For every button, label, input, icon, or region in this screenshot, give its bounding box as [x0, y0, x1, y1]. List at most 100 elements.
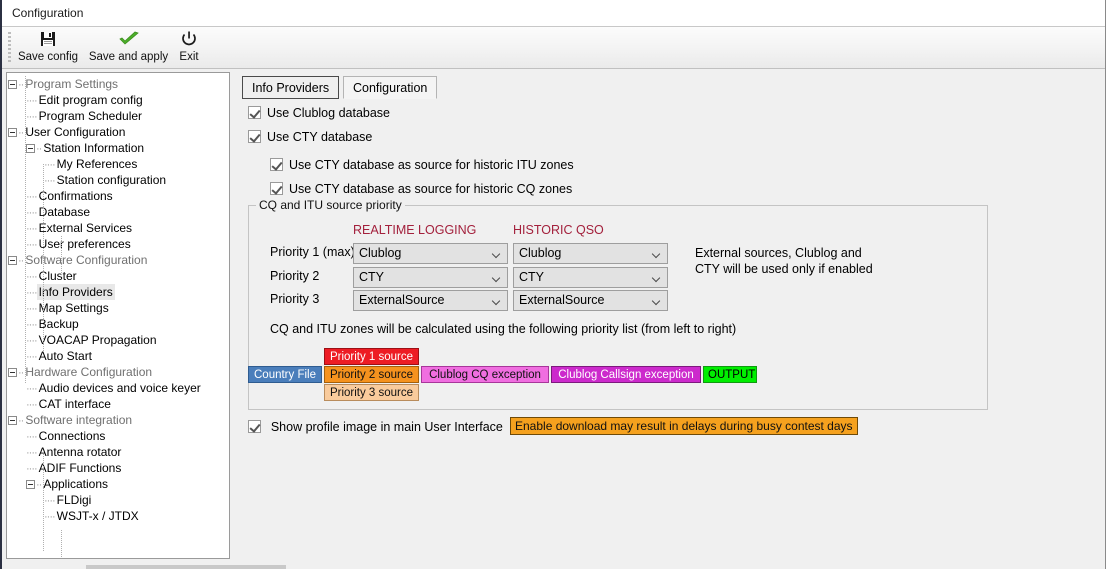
- tab-configuration-label: Configuration: [353, 81, 428, 95]
- column-header-historic: HISTORIC QSO: [513, 223, 604, 237]
- sidebar-item-connections[interactable]: ···· Connections: [7, 428, 229, 444]
- badge-priority-1-source: Priority 1 source: [324, 348, 419, 365]
- combo-value: Clublog: [359, 246, 402, 260]
- green-check-icon: [86, 30, 171, 50]
- combo-realtime-priority-2[interactable]: CTY: [353, 267, 508, 288]
- checkbox-2[interactable]: [270, 158, 283, 171]
- title-bar: Configuration: [2, 0, 1105, 27]
- sidebar-item-adif-functions[interactable]: ···· ADIF Functions: [7, 460, 229, 476]
- sidebar-item-program-settings[interactable]: ·· Program Settings: [7, 76, 229, 92]
- chevron-down-icon[interactable]: [653, 275, 660, 282]
- sidebar-item-applications[interactable]: ·· Applications: [7, 476, 229, 492]
- chevron-down-icon[interactable]: [493, 298, 500, 305]
- source-note: External sources, Clublog and CTY will b…: [695, 245, 873, 277]
- sidebar-item-hardware-configuration[interactable]: ·· Hardware Configuration: [7, 364, 229, 380]
- badge-output: OUTPUT: [703, 366, 757, 383]
- sidebar-item-backup[interactable]: ···· Backup: [7, 316, 229, 332]
- checkbox-row[interactable]: Use CTY database: [248, 130, 372, 144]
- sidebar-item-antenna-rotator[interactable]: ···· Antenna rotator: [7, 444, 229, 460]
- save-and-apply-button[interactable]: Save and apply: [86, 29, 171, 67]
- sidebar-item-my-references[interactable]: ···· My References: [7, 156, 229, 172]
- configuration-window: Configuration Save config Save and apply…: [0, 0, 1106, 569]
- checkbox-row[interactable]: Use CTY database as source for historic …: [270, 182, 572, 196]
- sidebar-item-audio-devices-and-voice-keyer[interactable]: ···· Audio devices and voice keyer: [7, 380, 229, 396]
- tree-expander-icon[interactable]: [8, 368, 17, 378]
- sidebar-item-label: Applications: [43, 477, 109, 491]
- floppy-disk-icon: [16, 30, 80, 50]
- sidebar-item-station-information[interactable]: ·· Station Information: [7, 140, 229, 156]
- sidebar-item-label: Program Settings: [25, 77, 119, 91]
- tree-expander-icon[interactable]: [8, 416, 17, 426]
- tree-expander-icon[interactable]: [8, 256, 17, 266]
- priority-label-1: Priority 1 (max): [270, 245, 355, 259]
- combo-realtime-priority-3[interactable]: ExternalSource: [353, 290, 508, 311]
- column-header-realtime: REALTIME LOGGING: [353, 223, 477, 237]
- combo-value: ExternalSource: [359, 293, 445, 307]
- tree-connector: ····: [26, 303, 38, 315]
- tree-guide-line: [43, 452, 44, 552]
- configuration-tree[interactable]: ·· Program Settings ···· Edit program confi…: [6, 72, 230, 559]
- chevron-down-icon[interactable]: [493, 251, 500, 258]
- save-config-button[interactable]: Save config: [16, 29, 80, 67]
- tree-connector: ····: [26, 287, 38, 299]
- sidebar-item-info-providers[interactable]: ···· Info Providers: [7, 284, 229, 300]
- sidebar-item-confirmations[interactable]: ···· Confirmations: [7, 188, 229, 204]
- sidebar-item-external-services[interactable]: ···· External Services: [7, 220, 229, 236]
- sidebar-item-label: VOACAP Propagation: [38, 333, 157, 347]
- save-and-apply-label: Save and apply: [88, 51, 169, 63]
- checkbox-0[interactable]: [248, 106, 261, 119]
- flow-caption: CQ and ITU zones will be calculated usin…: [270, 322, 737, 336]
- toolbar-grip[interactable]: [8, 32, 11, 62]
- show-profile-image-checkbox[interactable]: [248, 420, 261, 433]
- checkbox-3[interactable]: [270, 182, 283, 195]
- sidebar-item-map-settings[interactable]: ···· Map Settings: [7, 300, 229, 316]
- exit-button[interactable]: Exit: [174, 29, 204, 67]
- sidebar-item-station-configuration[interactable]: ···· Station configuration: [7, 172, 229, 188]
- sidebar-item-label: Hardware Configuration: [25, 365, 153, 379]
- sidebar-item-label: Auto Start: [38, 349, 93, 363]
- sidebar-item-wsjt-x-jtdx[interactable]: ···· WSJT-x / JTDX: [7, 508, 229, 524]
- sidebar-item-fldigi[interactable]: ···· FLDigi: [7, 492, 229, 508]
- chevron-down-icon[interactable]: [653, 298, 660, 305]
- chevron-down-icon[interactable]: [653, 251, 660, 258]
- tree-connector: ····: [26, 191, 38, 203]
- checkbox-label: Use CTY database as source for historic …: [289, 182, 573, 196]
- sidebar-item-user-configuration[interactable]: ·· User Configuration: [7, 124, 229, 140]
- tree-connector: ····: [26, 223, 38, 235]
- sidebar-item-label: External Services: [38, 221, 133, 235]
- sidebar-item-user-preferences[interactable]: ···· User preferences: [7, 236, 229, 252]
- sidebar-item-software-configuration[interactable]: ·· Software Configuration: [7, 252, 229, 268]
- sidebar-item-label: Map Settings: [38, 301, 109, 315]
- sidebar-item-auto-start[interactable]: ···· Auto Start: [7, 348, 229, 364]
- sidebar-item-database[interactable]: ···· Database: [7, 204, 229, 220]
- checkbox-row[interactable]: Use Clublog database: [248, 106, 390, 120]
- checkbox-1[interactable]: [248, 130, 261, 143]
- tree-connector: ····: [26, 111, 38, 123]
- sidebar-item-software-integration[interactable]: ·· Software integration: [7, 412, 229, 428]
- tree-connector: ····: [26, 239, 38, 251]
- main-panel: Info Providers Configuration Use Clublog…: [238, 72, 1104, 559]
- tree-expander-icon[interactable]: [26, 480, 35, 490]
- tree-expander-icon[interactable]: [8, 128, 17, 138]
- sidebar-item-voacap-propagation[interactable]: ···· VOACAP Propagation: [7, 332, 229, 348]
- tab-info-providers[interactable]: Info Providers: [242, 76, 340, 99]
- badge-country-file: Country File: [248, 366, 322, 383]
- sidebar-item-cluster[interactable]: ···· Cluster: [7, 268, 229, 284]
- tree-expander-icon[interactable]: [8, 80, 17, 90]
- sidebar-item-edit-program-config[interactable]: ···· Edit program config: [7, 92, 229, 108]
- combo-historic-priority-3[interactable]: ExternalSource: [513, 290, 668, 311]
- checkbox-label: Use CTY database: [267, 130, 373, 144]
- combo-realtime-priority-1[interactable]: Clublog: [353, 243, 508, 264]
- tree-connector: ····: [26, 383, 38, 395]
- sidebar-item-label: Connections: [38, 429, 106, 443]
- sidebar-item-program-scheduler[interactable]: ···· Program Scheduler: [7, 108, 229, 124]
- checkbox-row[interactable]: Use CTY database as source for historic …: [270, 158, 574, 172]
- combo-historic-priority-2[interactable]: CTY: [513, 267, 668, 288]
- tree-expander-icon[interactable]: [26, 144, 35, 154]
- sidebar-item-cat-interface[interactable]: ···· CAT interface: [7, 396, 229, 412]
- chevron-down-icon[interactable]: [493, 275, 500, 282]
- badge-clublog-callsign-exception: Clublog Callsign exception: [551, 366, 701, 383]
- tab-configuration[interactable]: Configuration: [343, 76, 438, 99]
- tree-connector: ····: [26, 207, 38, 219]
- combo-historic-priority-1[interactable]: Clublog: [513, 243, 668, 264]
